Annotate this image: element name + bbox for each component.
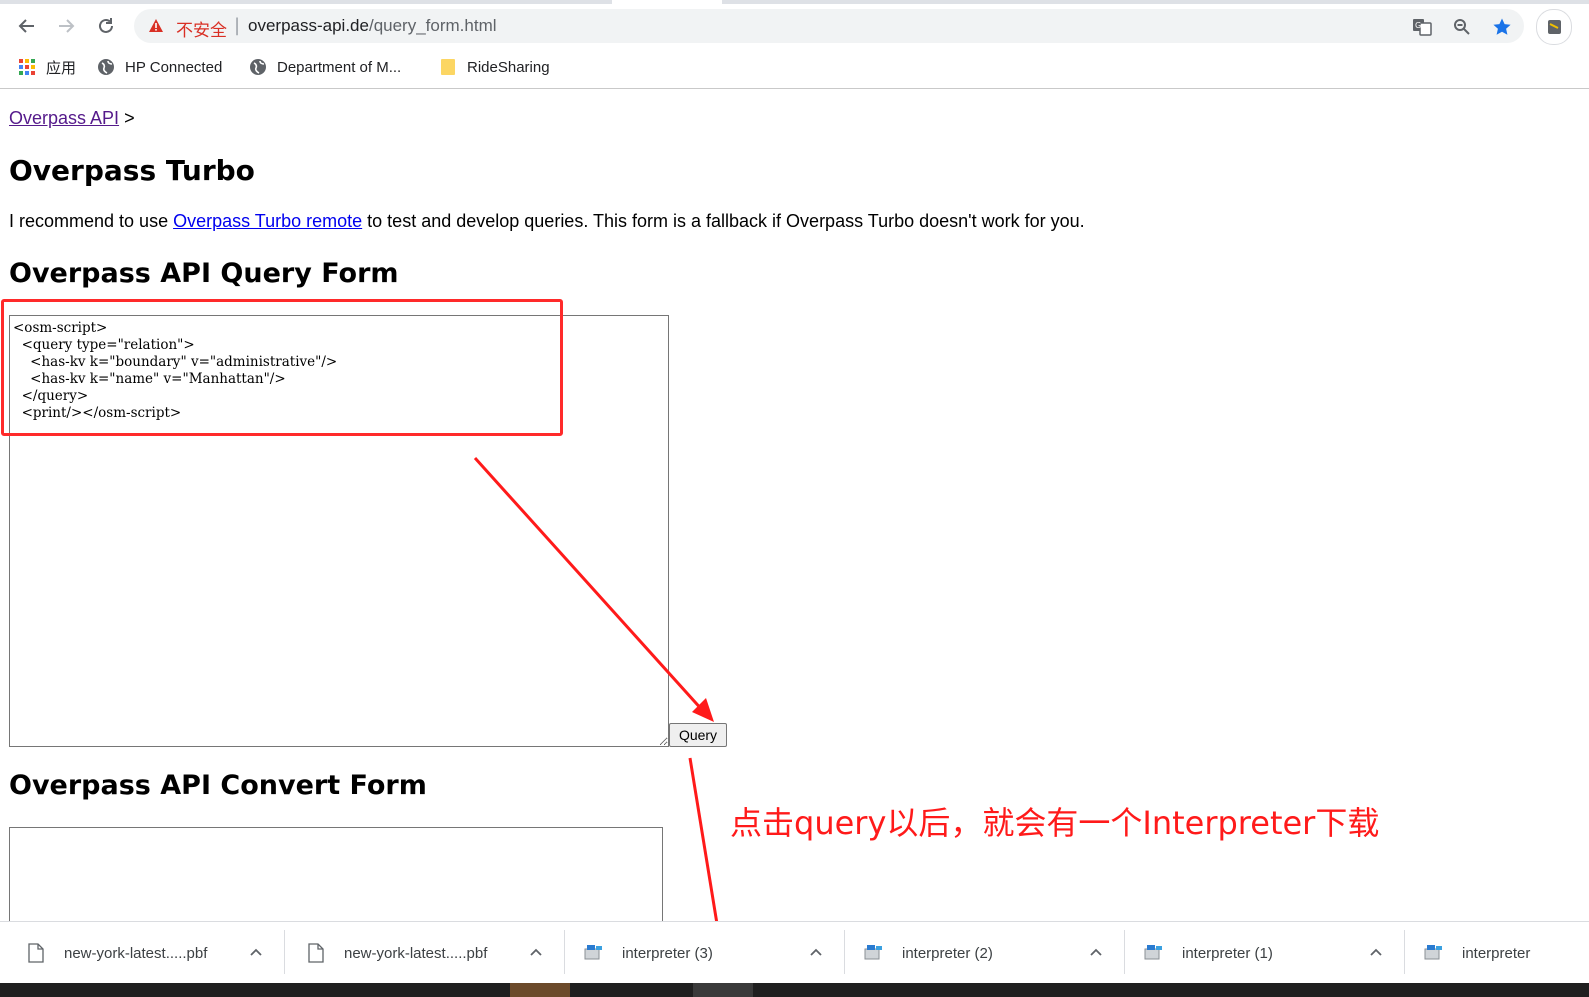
bookmarks-bar: 应用 HP Connected Department of M... RideS… xyxy=(0,48,1589,89)
query-button[interactable]: Query xyxy=(669,723,727,747)
chevron-up-icon[interactable] xyxy=(808,944,824,960)
download-filename: new-york-latest.....pbf xyxy=(64,944,208,962)
back-arrow-icon[interactable] xyxy=(13,12,41,40)
profile-avatar-icon[interactable] xyxy=(1536,9,1572,45)
chevron-up-icon[interactable] xyxy=(1368,944,1384,960)
intro-text-before: I recommend to use xyxy=(9,211,174,231)
breadcrumb-link-overpass-api[interactable]: Overpass API xyxy=(9,108,119,128)
download-item[interactable]: interpreter (1) xyxy=(1144,922,1394,984)
security-label[interactable]: 不安全 xyxy=(176,16,227,41)
download-filename: interpreter xyxy=(1462,944,1531,962)
generic-file-icon xyxy=(1424,942,1444,964)
overpass-turbo-remote-link[interactable]: Overpass Turbo remote xyxy=(173,211,362,231)
chevron-up-icon[interactable] xyxy=(248,944,264,960)
url-host: overpass-api.de xyxy=(248,16,369,35)
download-divider xyxy=(844,930,845,974)
chevron-up-icon[interactable] xyxy=(528,944,544,960)
taskbar-item[interactable] xyxy=(693,983,753,997)
address-bar[interactable]: 不安全 | overpass-api.de/query_form.html G xyxy=(134,9,1524,43)
download-filename: interpreter (1) xyxy=(1182,944,1273,962)
intro-text-after: to test and develop queries. This form i… xyxy=(362,211,1085,231)
heading-overpass-turbo: Overpass Turbo xyxy=(9,154,255,187)
bookmark-label: RideSharing xyxy=(467,58,550,76)
download-divider xyxy=(284,930,285,974)
heading-convert-form: Overpass API Convert Form xyxy=(9,770,427,801)
download-filename: interpreter (2) xyxy=(902,944,993,962)
os-taskbar xyxy=(0,983,1589,997)
url-path: /query_form.html xyxy=(368,16,497,35)
download-divider xyxy=(1124,930,1125,974)
omnibox-divider: | xyxy=(234,15,241,36)
folder-icon xyxy=(439,58,457,76)
bookmark-department[interactable]: Department of M... xyxy=(249,56,401,78)
generic-file-icon xyxy=(864,942,884,964)
download-divider xyxy=(564,930,565,974)
download-filename: interpreter (3) xyxy=(622,944,713,962)
bookmark-label: HP Connected xyxy=(125,58,223,76)
browser-toolbar: 不安全 | overpass-api.de/query_form.html G xyxy=(0,4,1589,48)
heading-query-form: Overpass API Query Form xyxy=(9,258,399,289)
svg-text:G: G xyxy=(1415,21,1421,30)
download-divider xyxy=(1404,930,1405,974)
download-shelf: new-york-latest.....pbf new-york-latest.… xyxy=(0,921,1589,984)
bookmark-apps[interactable]: 应用 xyxy=(18,56,76,78)
forward-arrow-icon[interactable] xyxy=(52,12,80,40)
breadcrumb-separator: > xyxy=(124,108,135,128)
breadcrumb: Overpass API > xyxy=(9,108,135,129)
reload-icon[interactable] xyxy=(92,12,120,40)
bookmark-hp-connected[interactable]: HP Connected xyxy=(97,56,222,78)
file-icon xyxy=(306,942,326,964)
download-item[interactable]: interpreter xyxy=(1424,922,1584,984)
bookmark-ridesharing[interactable]: RideSharing xyxy=(439,56,550,78)
translate-icon[interactable]: G xyxy=(1412,17,1432,37)
bookmark-label: 应用 xyxy=(46,59,77,77)
bookmark-star-icon[interactable] xyxy=(1492,17,1512,37)
url-text[interactable]: overpass-api.de/query_form.html xyxy=(248,16,497,36)
apps-grid-icon xyxy=(18,58,36,76)
globe-icon xyxy=(97,58,115,76)
chevron-up-icon[interactable] xyxy=(1088,944,1104,960)
bookmark-label: Department of M... xyxy=(277,58,402,76)
download-item[interactable]: interpreter (2) xyxy=(864,922,1114,984)
download-filename: new-york-latest.....pbf xyxy=(344,944,488,962)
annotation-note: 点击query以后，就会有一个Interpreter下载 xyxy=(730,804,1380,842)
file-icon xyxy=(26,942,46,964)
zoom-icon[interactable] xyxy=(1452,17,1472,37)
warning-icon[interactable] xyxy=(148,18,164,37)
globe-icon xyxy=(249,58,267,76)
generic-file-icon xyxy=(584,942,604,964)
download-item[interactable]: new-york-latest.....pbf xyxy=(26,922,276,984)
download-item[interactable]: interpreter (3) xyxy=(584,922,834,984)
taskbar-item[interactable] xyxy=(510,983,570,997)
intro-paragraph: I recommend to use Overpass Turbo remote… xyxy=(9,211,1085,232)
generic-file-icon xyxy=(1144,942,1164,964)
download-item[interactable]: new-york-latest.....pbf xyxy=(306,922,556,984)
annotation-highlight-box xyxy=(1,299,563,436)
